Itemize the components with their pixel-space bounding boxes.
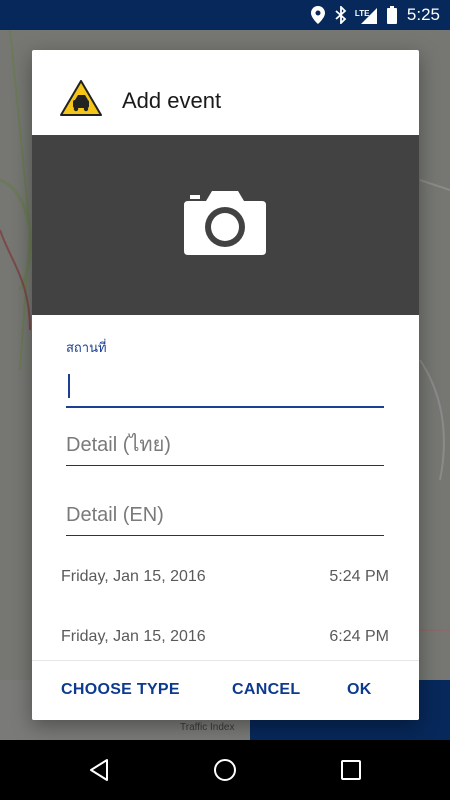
- dialog-header: Add event: [32, 50, 419, 135]
- status-time: 5:25: [406, 5, 440, 24]
- detail-en-underline: [66, 535, 384, 536]
- choose-type-button[interactable]: CHOOSE TYPE: [61, 681, 180, 699]
- recents-icon[interactable]: [339, 758, 363, 782]
- camera-icon[interactable]: [182, 187, 268, 257]
- status-bar: LTE 5:25: [0, 0, 450, 30]
- location-field[interactable]: [66, 368, 384, 408]
- start-date[interactable]: Friday, Jan 15, 2016: [61, 568, 206, 586]
- signal-icon: LTE: [355, 6, 377, 24]
- navigation-bar: [0, 740, 450, 800]
- bluetooth-icon: [335, 6, 347, 24]
- photo-picker[interactable]: [32, 135, 419, 315]
- end-date[interactable]: Friday, Jan 15, 2016: [61, 628, 206, 646]
- traffic-accident-icon: [60, 80, 102, 116]
- dialog-title: Add event: [122, 88, 222, 113]
- detail-en-input[interactable]: [66, 500, 384, 530]
- home-icon[interactable]: [213, 758, 237, 782]
- back-icon[interactable]: [88, 758, 112, 782]
- cancel-button[interactable]: CANCEL: [232, 681, 300, 699]
- status-icons: LTE 5:25: [310, 0, 440, 30]
- detail-th-underline: [66, 465, 384, 466]
- location-icon: [310, 6, 325, 24]
- location-underline: [66, 406, 384, 408]
- detail-th-input[interactable]: [66, 430, 384, 460]
- battery-icon: [386, 6, 397, 24]
- end-datetime-row: Friday, Jan 15, 2016 6:24 PM: [61, 628, 389, 652]
- add-event-dialog: Add event สถานที่ Friday, Jan 15, 2016 5…: [32, 50, 419, 720]
- ok-button[interactable]: OK: [347, 681, 372, 699]
- detail-th-field[interactable]: [66, 426, 384, 466]
- detail-en-field[interactable]: [66, 496, 384, 536]
- end-time[interactable]: 6:24 PM: [329, 628, 389, 646]
- start-datetime-row: Friday, Jan 15, 2016 5:24 PM: [61, 568, 389, 592]
- location-label: สถานที่: [66, 340, 107, 355]
- traffic-index-label: Traffic Index: [180, 722, 235, 733]
- dialog-footer: CHOOSE TYPE CANCEL OK: [32, 660, 419, 720]
- location-input[interactable]: [66, 372, 384, 402]
- start-time[interactable]: 5:24 PM: [329, 568, 389, 586]
